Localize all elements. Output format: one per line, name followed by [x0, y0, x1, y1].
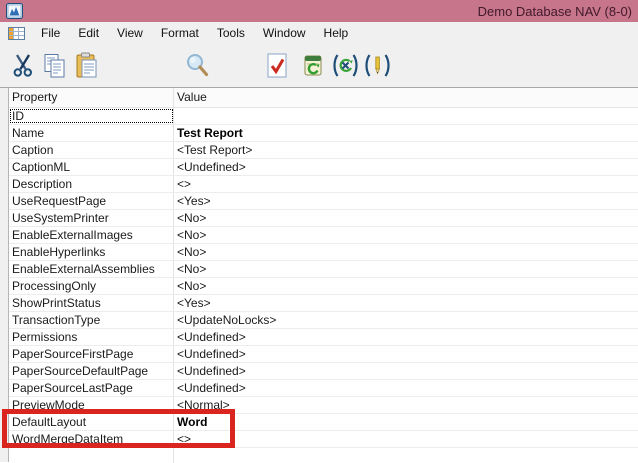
value-cell[interactable]: <No> [174, 244, 638, 260]
value-cell[interactable]: <UpdateNoLocks> [174, 312, 638, 328]
value-cell[interactable]: <No> [174, 261, 638, 277]
menu-file[interactable]: File [32, 23, 69, 43]
value-cell[interactable]: <No> [174, 210, 638, 226]
toolbar [0, 44, 638, 88]
property-row[interactable]: WordMergeDataItem <> [9, 431, 638, 448]
menu-help[interactable]: Help [315, 23, 358, 43]
property-row[interactable]: TransactionType <UpdateNoLocks> [9, 312, 638, 329]
menu-edit[interactable]: Edit [69, 23, 108, 43]
property-cell[interactable]: EnableExternalAssemblies [9, 261, 174, 277]
import-data-button[interactable] [298, 50, 328, 82]
property-cell[interactable]: EnableExternalImages [9, 227, 174, 243]
cut-icon [12, 53, 34, 78]
property-cell[interactable]: Name [9, 125, 174, 141]
property-cell[interactable]: PreviewMode [9, 397, 174, 413]
property-row[interactable]: PaperSourceDefaultPage <Undefined> [9, 363, 638, 380]
property-row[interactable]: ShowPrintStatus <Yes> [9, 295, 638, 312]
copy-icon [43, 53, 68, 79]
locals-pencil-icon [363, 53, 392, 78]
property-cell[interactable]: CaptionML [9, 159, 174, 175]
cut-button[interactable] [8, 50, 38, 82]
property-row[interactable]: UseSystemPrinter <No> [9, 210, 638, 227]
property-sheet: Property Value ID Name Test Report Capti… [0, 88, 638, 462]
paste-icon [75, 52, 100, 79]
property-cell[interactable]: ProcessingOnly [9, 278, 174, 294]
property-cell[interactable]: WordMergeDataItem [9, 431, 174, 447]
find-button[interactable] [182, 50, 212, 82]
symbol-menu-icon [331, 53, 360, 78]
value-cell[interactable]: <Undefined> [174, 159, 638, 175]
value-cell[interactable]: <Yes> [174, 295, 638, 311]
menu-view[interactable]: View [108, 23, 152, 43]
property-cell[interactable]: PaperSourceDefaultPage [9, 363, 174, 379]
property-cell[interactable]: ShowPrintStatus [9, 295, 174, 311]
column-header-property: Property [9, 88, 174, 107]
property-cell[interactable]: DefaultLayout [9, 414, 174, 430]
property-row[interactable]: ID [9, 108, 638, 125]
symbol-menu-button[interactable] [330, 50, 360, 82]
value-cell[interactable]: <Undefined> [174, 329, 638, 345]
value-cell[interactable]: Word [174, 414, 638, 430]
value-cell[interactable]: <No> [174, 278, 638, 294]
menu-window[interactable]: Window [254, 23, 315, 43]
search-icon [184, 52, 211, 79]
property-cell[interactable]: Permissions [9, 329, 174, 345]
value-cell[interactable]: <> [174, 176, 638, 192]
title-bar[interactable]: Demo Database NAV (8-0) [0, 0, 638, 22]
value-cell[interactable]: <Normal> [174, 397, 638, 413]
property-cell[interactable]: UseSystemPrinter [9, 210, 174, 226]
property-grid: Property Value ID Name Test Report Capti… [9, 88, 638, 462]
value-cell[interactable]: <Undefined> [174, 363, 638, 379]
row-gutter [0, 88, 9, 462]
property-row[interactable]: DefaultLayout Word [9, 414, 638, 431]
property-row[interactable]: CaptionML <Undefined> [9, 159, 638, 176]
property-row[interactable]: Caption <Test Report> [9, 142, 638, 159]
nav-app-icon [6, 3, 23, 19]
menu-format[interactable]: Format [152, 23, 208, 43]
property-row[interactable]: Permissions <Undefined> [9, 329, 638, 346]
property-row[interactable]: EnableHyperlinks <No> [9, 244, 638, 261]
value-cell[interactable]: <Undefined> [174, 380, 638, 396]
empty-row [9, 448, 638, 463]
property-cell[interactable]: TransactionType [9, 312, 174, 328]
property-row[interactable]: EnableExternalImages <No> [9, 227, 638, 244]
value-cell[interactable]: <Yes> [174, 193, 638, 209]
paste-button[interactable] [72, 50, 102, 82]
property-cell[interactable]: EnableHyperlinks [9, 244, 174, 260]
check-document-button[interactable] [262, 50, 292, 82]
grid-header: Property Value [9, 88, 638, 108]
property-row[interactable]: EnableExternalAssemblies <No> [9, 261, 638, 278]
property-row[interactable]: PaperSourceFirstPage <Undefined> [9, 346, 638, 363]
grid-rows: ID Name Test Report Caption <Test Report… [9, 108, 638, 448]
property-cell[interactable]: PaperSourceLastPage [9, 380, 174, 396]
value-cell[interactable]: <No> [174, 227, 638, 243]
property-row[interactable]: PaperSourceLastPage <Undefined> [9, 380, 638, 397]
property-row[interactable]: UseRequestPage <Yes> [9, 193, 638, 210]
property-row[interactable]: Name Test Report [9, 125, 638, 142]
document-window-icon[interactable] [8, 27, 25, 40]
property-cell[interactable]: PaperSourceFirstPage [9, 346, 174, 362]
column-header-value: Value [174, 88, 638, 107]
property-cell[interactable]: Caption [9, 142, 174, 158]
menu-bar: File Edit View Format Tools Window Help [0, 22, 638, 44]
property-cell[interactable]: Description [9, 176, 174, 192]
value-cell[interactable]: <Undefined> [174, 346, 638, 362]
empty-property-cell [9, 448, 174, 463]
property-cell[interactable]: UseRequestPage [9, 193, 174, 209]
locals-button[interactable] [362, 50, 392, 82]
import-database-icon [303, 54, 324, 78]
check-document-icon [266, 53, 289, 79]
property-row[interactable]: Description <> [9, 176, 638, 193]
property-row[interactable]: ProcessingOnly <No> [9, 278, 638, 295]
value-cell[interactable]: <> [174, 431, 638, 447]
property-cell[interactable]: ID [9, 108, 174, 124]
value-cell[interactable] [174, 108, 638, 124]
menu-tools[interactable]: Tools [208, 23, 254, 43]
window-title: Demo Database NAV (8-0) [478, 4, 634, 19]
value-cell[interactable]: <Test Report> [174, 142, 638, 158]
value-cell[interactable]: Test Report [174, 125, 638, 141]
property-row[interactable]: PreviewMode <Normal> [9, 397, 638, 414]
copy-button[interactable] [40, 50, 70, 82]
